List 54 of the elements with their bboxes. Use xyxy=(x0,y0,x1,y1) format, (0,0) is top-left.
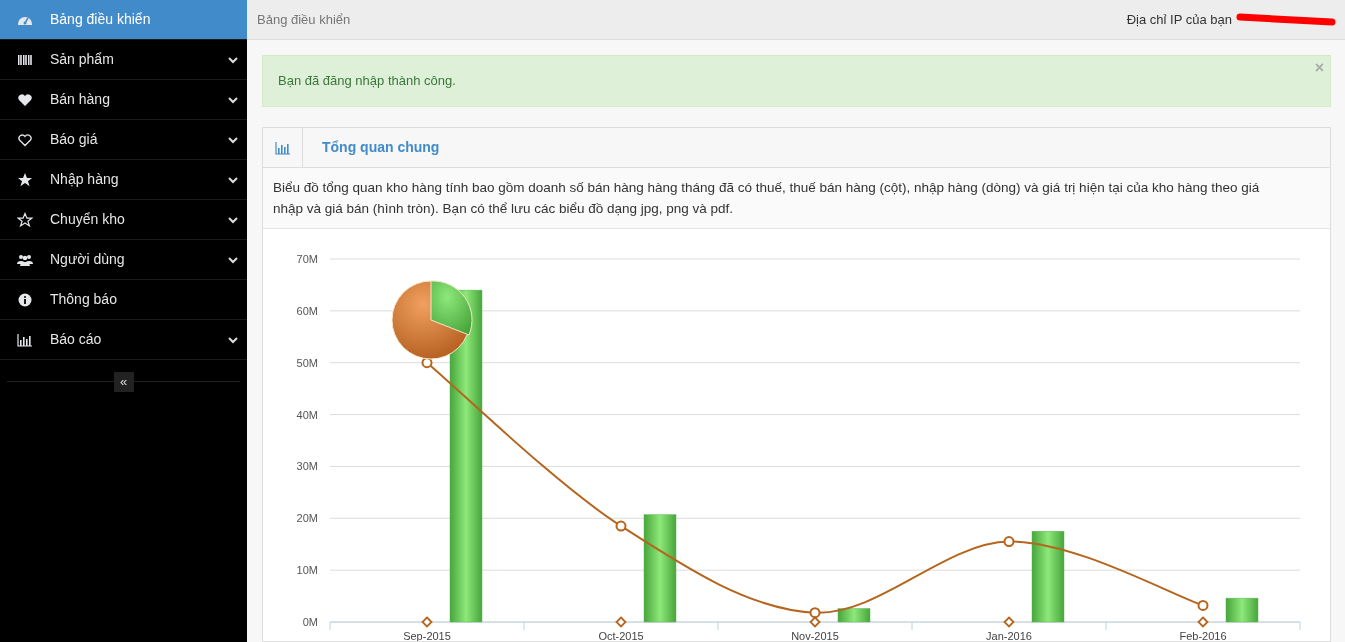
sidebar-label: Báo cáo xyxy=(50,330,103,349)
sidebar-item[interactable]: Sản phẩm xyxy=(0,40,247,80)
star-icon xyxy=(17,171,33,188)
axis-label: Nov-2015 xyxy=(791,630,839,641)
sidebar-label: Nhập hàng xyxy=(50,170,120,189)
sidebar-item[interactable]: Nhập hàng xyxy=(0,160,247,200)
bar xyxy=(837,608,871,623)
axis-label: 10M xyxy=(296,564,318,577)
heart-icon xyxy=(17,131,33,148)
sidebar-label: Báo giá xyxy=(50,130,99,149)
alert-message: Bạn đã đăng nhập thành công. xyxy=(278,72,456,91)
breadcrumb: Bảng điều khiển xyxy=(257,10,351,29)
axis-label: 20M xyxy=(296,512,318,525)
axis-label: Oct-2015 xyxy=(598,630,644,641)
sidebar-item[interactable]: Thông báo xyxy=(0,280,247,320)
bar-chart-icon xyxy=(17,331,33,348)
data-point xyxy=(421,616,433,628)
info-icon xyxy=(17,291,33,308)
data-point xyxy=(1197,616,1209,628)
panel-title: Tổng quan chung xyxy=(322,138,440,157)
data-point xyxy=(615,616,627,628)
sidebar-label: Người dùng xyxy=(50,250,126,269)
data-point xyxy=(1003,616,1015,628)
data-point xyxy=(809,616,821,628)
sidebar-label: Bảng điều khiển xyxy=(50,10,152,29)
sidebar-item[interactable]: Người dùng xyxy=(0,240,247,280)
heart-icon xyxy=(17,91,33,108)
data-point xyxy=(1003,536,1015,548)
axis-label: 30M xyxy=(296,460,318,473)
sidebar-label: Bán hàng xyxy=(50,90,111,109)
sidebar-item[interactable]: Báo cáo xyxy=(0,320,247,360)
axis-label: Jan-2016 xyxy=(986,630,1032,641)
sidebar-item[interactable]: Báo giá xyxy=(0,120,247,160)
data-point xyxy=(809,607,821,619)
axis-label: Feb-2016 xyxy=(1179,630,1227,641)
ip-label: Địa chỉ IP của bạn xyxy=(1126,10,1232,29)
sidebar-item[interactable]: Bảng điều khiển xyxy=(0,0,247,40)
panel-description: Biểu đồ tổng quan kho hàng tính bao gồm doanh số bán hàng hàng tháng đã có thuế, thuế bán hàng (cột), nhập hàng (dòng) và giá trị hiện tại của kho hàng theo giá nhập và giá bán (hình tròn). Bạn có thể lưu các biểu đồ dạng jpg, png và pdf. xyxy=(263,168,1330,229)
axis-label: 0M xyxy=(302,616,318,628)
data-point xyxy=(1197,599,1209,611)
sidebar-label: Sản phẩm xyxy=(50,50,115,69)
sidebar-item[interactable]: Bán hàng xyxy=(0,80,247,120)
sidebar-label: Chuyển kho xyxy=(50,210,126,229)
axis-label: 40M xyxy=(296,408,318,421)
sidebar-label: Thông báo xyxy=(50,290,118,309)
bar-chart-icon xyxy=(274,139,291,156)
axis-label: 70M xyxy=(296,253,318,265)
collapse-button[interactable]: « xyxy=(113,372,134,392)
star-icon xyxy=(17,211,33,228)
bar xyxy=(1225,597,1259,623)
data-point xyxy=(615,520,627,532)
axis-label: 60M xyxy=(296,304,318,317)
sidebar-item[interactable]: Chuyển kho xyxy=(0,200,247,240)
axis-label: 50M xyxy=(296,356,318,369)
